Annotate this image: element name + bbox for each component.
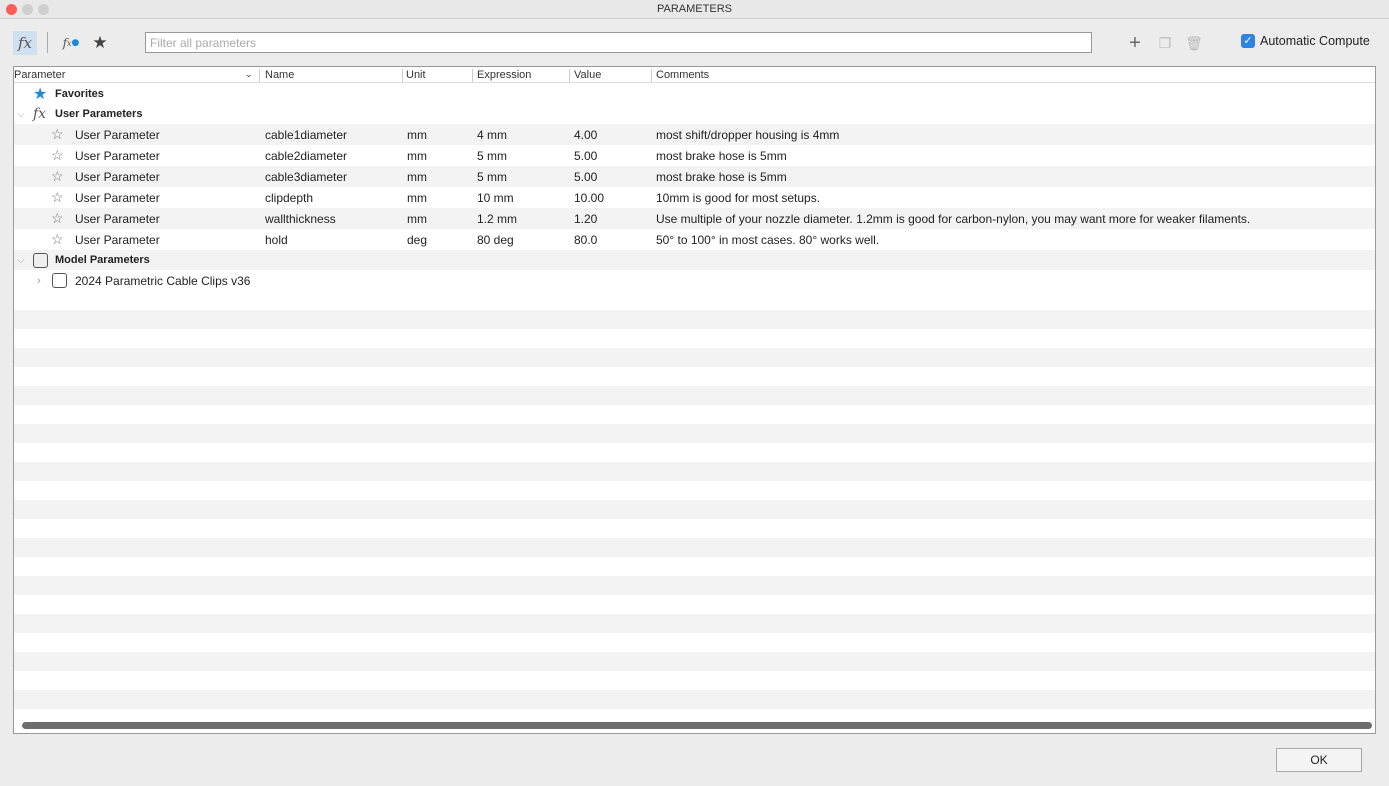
checkmark-icon: ✓ (1241, 34, 1255, 48)
horizontal-scrollbar[interactable] (22, 722, 1372, 729)
collapse-chevron-icon[interactable]: ⌵ (17, 255, 25, 266)
parameter-comment[interactable]: 10mm is good for most setups. (656, 191, 820, 205)
parameter-value: 80.0 (574, 232, 598, 247)
table-header: Parameter ⌄ Name Unit Expression Value C… (14, 67, 1375, 83)
parameter-comment[interactable]: most brake hose is 5mm (656, 170, 787, 184)
parameter-name[interactable]: wallthickness (265, 212, 336, 226)
parameter-unit[interactable]: mm (407, 191, 427, 205)
favorite-star-icon[interactable]: ☆ (51, 168, 64, 185)
toolbar-divider (47, 32, 48, 53)
column-name[interactable]: Name (265, 69, 294, 81)
component-icon (52, 273, 67, 288)
parameter-expression[interactable]: 5 mm (477, 170, 507, 184)
parameter-name[interactable]: clipdepth (265, 191, 313, 205)
user-parameters-group-row[interactable]: ⌵ fx User Parameters (14, 104, 1375, 124)
add-parameter-plus-icon[interactable]: + (1125, 31, 1145, 55)
copy-parameter-icon[interactable]: ❐ (1155, 31, 1175, 55)
parameter-unit[interactable]: mm (407, 128, 427, 142)
parameter-type: User Parameter (75, 169, 160, 184)
parameter-value: 5.00 (574, 169, 598, 184)
column-expression[interactable]: Expression (477, 69, 531, 81)
favorites-filter-star-icon[interactable]: ★ (89, 31, 111, 55)
favorite-star-icon[interactable]: ☆ (51, 126, 64, 143)
filter-parameters-input[interactable] (145, 32, 1092, 53)
parameter-expression[interactable]: 10 mm (477, 191, 514, 205)
parameter-expression[interactable]: 80 deg (477, 233, 514, 247)
fx-icon: fx (33, 106, 47, 122)
body-cube-icon (33, 252, 48, 268)
parameter-value: 1.20 (574, 211, 598, 226)
parameter-unit[interactable]: mm (407, 149, 427, 163)
parameter-name[interactable]: cable3diameter (265, 170, 347, 184)
table-row[interactable]: ☆ User Parameter wallthickness mm 1.2 mm… (14, 208, 1375, 229)
parameter-comment[interactable]: Use multiple of your nozzle diameter. 1.… (656, 212, 1250, 226)
favorites-group-row[interactable]: ★ Favorites (14, 84, 1375, 104)
automatic-compute-checkbox[interactable]: ✓ Automatic Compute (1241, 34, 1370, 48)
favorites-star-icon: ★ (33, 86, 48, 103)
favorite-star-icon[interactable]: ☆ (51, 189, 64, 206)
column-unit[interactable]: Unit (406, 69, 426, 81)
table-row[interactable]: ☆ User Parameter clipdepth mm 10 mm 10.0… (14, 187, 1375, 208)
window-title: PARAMETERS (657, 3, 732, 15)
parameter-unit[interactable]: mm (407, 212, 427, 226)
parameter-value: 4.00 (574, 127, 598, 142)
column-comments[interactable]: Comments (656, 69, 709, 81)
parameter-unit[interactable]: deg (407, 233, 427, 247)
parameter-comment[interactable]: most brake hose is 5mm (656, 149, 787, 163)
parameter-value: 10.00 (574, 190, 605, 205)
model-parameters-group-row[interactable]: ⌵ Model Parameters (14, 250, 1375, 270)
parameter-unit[interactable]: mm (407, 170, 427, 184)
parameter-expression[interactable]: 5 mm (477, 149, 507, 163)
expand-chevron-icon[interactable]: › (37, 275, 41, 287)
favorite-star-icon[interactable]: ☆ (51, 147, 64, 164)
collapse-chevron-icon[interactable]: ⌵ (17, 109, 25, 120)
parameter-type: User Parameter (75, 232, 160, 247)
parameter-expression[interactable]: 4 mm (477, 128, 507, 142)
column-sort-chevron-icon[interactable]: ⌄ (245, 69, 253, 80)
parameter-type: User Parameter (75, 211, 160, 226)
table-row[interactable]: ☆ User Parameter cable1diameter mm 4 mm … (14, 124, 1375, 145)
parameter-type: User Parameter (75, 148, 160, 163)
parameter-name[interactable]: hold (265, 233, 288, 247)
parameter-type: User Parameter (75, 127, 160, 142)
parameter-value: 5.00 (574, 148, 598, 163)
table-row[interactable]: ☆ User Parameter cable3diameter mm 5 mm … (14, 166, 1375, 187)
table-row[interactable]: ☆ User Parameter cable2diameter mm 5 mm … (14, 145, 1375, 166)
parameter-comment[interactable]: most shift/dropper housing is 4mm (656, 128, 839, 142)
parameter-name[interactable]: cable1diameter (265, 128, 347, 142)
ok-button[interactable]: OK (1276, 748, 1362, 772)
favorite-star-icon[interactable]: ☆ (51, 210, 64, 227)
empty-rows (14, 291, 1375, 713)
title-bar: PARAMETERS (0, 0, 1389, 19)
user-parameters-filter-icon[interactable]: f x ● (60, 31, 82, 55)
model-component-row[interactable]: › 2024 Parametric Cable Clips v36 (14, 270, 1375, 291)
parameters-table: Parameter ⌄ Name Unit Expression Value C… (13, 66, 1376, 734)
parameter-name[interactable]: cable2diameter (265, 149, 347, 163)
favorite-star-icon[interactable]: ☆ (51, 231, 64, 248)
column-value[interactable]: Value (574, 69, 601, 81)
delete-parameter-trash-icon[interactable]: 🗑 (1184, 31, 1204, 55)
parameter-expression[interactable]: 1.2 mm (477, 212, 517, 226)
table-row[interactable]: ☆ User Parameter hold deg 80 deg 80.0 50… (14, 229, 1375, 250)
parameter-comment[interactable]: 50° to 100° in most cases. 80° works wel… (656, 233, 879, 247)
column-parameter[interactable]: Parameter (14, 69, 65, 81)
parameter-type: User Parameter (75, 190, 160, 205)
all-parameters-fx-button[interactable]: fx (13, 31, 37, 55)
